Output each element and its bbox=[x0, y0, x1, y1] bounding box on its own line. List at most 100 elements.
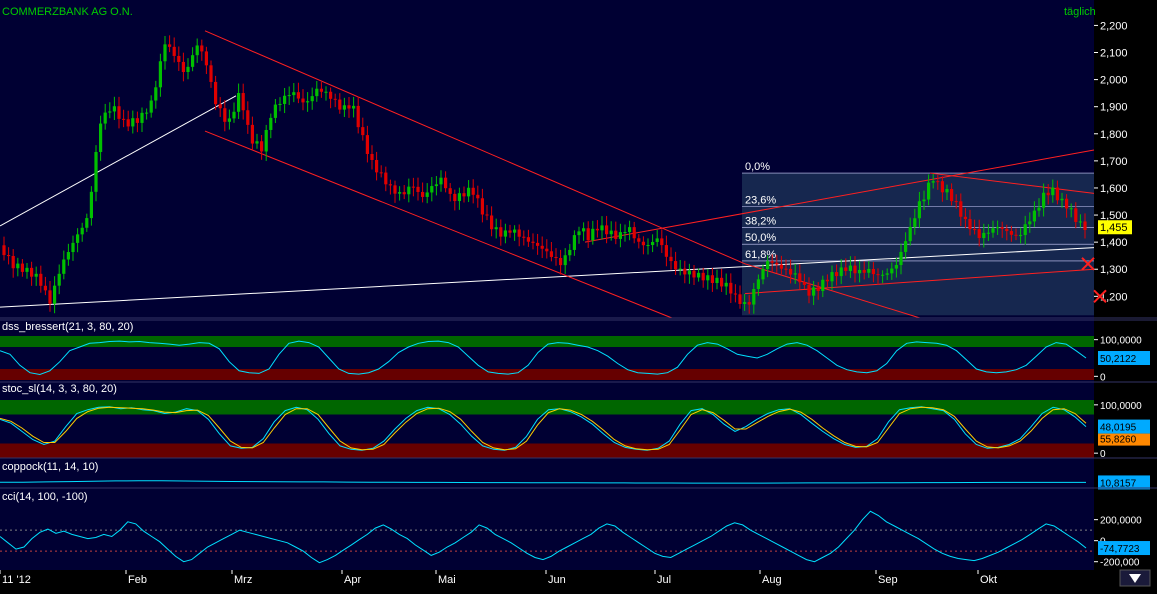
indicator-tick-label: 100,0000 bbox=[1100, 401, 1142, 412]
candle-up bbox=[568, 250, 571, 255]
candle-up bbox=[913, 218, 916, 227]
chart-svg: COMMERZBANK AG O.N. täglich 0,0%23,6%38,… bbox=[0, 0, 1157, 594]
candle-up bbox=[495, 227, 498, 229]
candle-up bbox=[840, 267, 843, 276]
candle-down bbox=[863, 270, 866, 273]
candle-up bbox=[232, 112, 235, 119]
candle-down bbox=[669, 257, 672, 261]
candle-up bbox=[99, 124, 102, 152]
fib-level-label: 23,6% bbox=[745, 195, 776, 207]
candle-down bbox=[545, 249, 548, 252]
candle-up bbox=[67, 252, 70, 259]
candle-up bbox=[743, 302, 746, 304]
price-tick-label: 2,200 bbox=[1100, 20, 1128, 32]
candle-up bbox=[430, 186, 433, 192]
candle-up bbox=[987, 233, 990, 234]
candle-down bbox=[527, 237, 530, 242]
candle-up bbox=[761, 269, 764, 279]
candle-down bbox=[720, 278, 723, 287]
candle-up bbox=[623, 232, 626, 233]
scroll-down-button[interactable] bbox=[1120, 570, 1150, 586]
candle-down bbox=[559, 258, 562, 265]
candle-down bbox=[214, 82, 217, 104]
x-axis-label: Sep bbox=[878, 574, 898, 586]
candle-up bbox=[922, 200, 925, 202]
oversold-zone bbox=[0, 444, 1094, 459]
candle-up bbox=[899, 252, 902, 265]
candle-up bbox=[90, 192, 93, 218]
candle-up bbox=[145, 113, 148, 114]
candle-up bbox=[35, 274, 38, 277]
candle-down bbox=[219, 104, 222, 108]
candle-up bbox=[996, 227, 999, 228]
candle-up bbox=[25, 268, 28, 272]
candle-up bbox=[62, 259, 65, 273]
candle-up bbox=[81, 228, 84, 235]
price-tick-label: 2,000 bbox=[1100, 75, 1128, 87]
candle-up bbox=[278, 104, 281, 105]
candle-up bbox=[886, 273, 889, 274]
candle-down bbox=[835, 272, 838, 276]
candle-down bbox=[531, 242, 534, 243]
candle-down bbox=[334, 99, 337, 100]
candle-down bbox=[826, 280, 829, 282]
candle-down bbox=[177, 56, 180, 62]
last-price-label: 1,455 bbox=[1100, 222, 1128, 234]
candle-up bbox=[918, 201, 921, 218]
candle-up bbox=[398, 192, 401, 194]
candle-up bbox=[196, 45, 199, 55]
candle-down bbox=[136, 118, 139, 123]
candle-down bbox=[738, 294, 741, 304]
candle-up bbox=[104, 113, 107, 124]
candle-up bbox=[812, 287, 815, 295]
candle-up bbox=[159, 61, 162, 87]
candle-down bbox=[260, 141, 263, 151]
price-tick-label: 1,300 bbox=[1100, 264, 1128, 276]
candle-down bbox=[44, 286, 47, 291]
candle-up bbox=[932, 181, 935, 182]
candle-down bbox=[301, 99, 304, 103]
indicator-tick-label: -200,000 bbox=[1100, 558, 1140, 569]
candle-down bbox=[173, 47, 176, 56]
candle-down bbox=[361, 127, 364, 135]
candle-down bbox=[973, 229, 976, 230]
x-axis-label: Apr bbox=[344, 574, 361, 586]
candle-down bbox=[771, 261, 774, 263]
candle-up bbox=[651, 242, 654, 245]
chart-root: COMMERZBANK AG O.N. täglich 0,0%23,6%38,… bbox=[0, 0, 1157, 594]
indicator-value-label: 48,0195 bbox=[1100, 423, 1137, 434]
candle-down bbox=[1001, 227, 1004, 229]
candle-up bbox=[725, 283, 728, 287]
candle-down bbox=[711, 275, 714, 283]
x-axis-label: Mai bbox=[438, 574, 456, 586]
candle-up bbox=[274, 105, 277, 118]
oversold-zone bbox=[0, 369, 1094, 380]
candle-up bbox=[131, 118, 134, 126]
candle-down bbox=[734, 294, 737, 295]
candle-up bbox=[858, 270, 861, 273]
x-axis-label: 11 '12 bbox=[2, 574, 31, 586]
candle-up bbox=[458, 193, 461, 201]
fib-level-label: 38,2% bbox=[745, 215, 776, 227]
candle-up bbox=[352, 106, 355, 109]
instrument-title: COMMERZBANK AG O.N. bbox=[2, 6, 133, 18]
candle-down bbox=[122, 119, 125, 120]
x-axis-label: Feb bbox=[128, 574, 147, 586]
candle-down bbox=[380, 172, 383, 173]
indicator-title: coppock(11, 14, 10) bbox=[2, 461, 98, 473]
candle-up bbox=[76, 234, 79, 243]
candle-up bbox=[982, 233, 985, 238]
candle-up bbox=[715, 278, 718, 283]
candle-up bbox=[830, 272, 833, 281]
candle-down bbox=[393, 185, 396, 193]
fib-level-label: 50,0% bbox=[745, 232, 776, 244]
x-axis-label: Aug bbox=[762, 574, 782, 586]
x-axis-label: Mrz bbox=[234, 574, 252, 586]
candle-down bbox=[48, 290, 51, 303]
candle-up bbox=[656, 238, 659, 242]
candle-down bbox=[803, 282, 806, 285]
indicator-tick-label: 200,0000 bbox=[1100, 516, 1142, 527]
candle-up bbox=[600, 225, 603, 230]
candle-down bbox=[633, 227, 636, 238]
candle-down bbox=[472, 188, 475, 195]
